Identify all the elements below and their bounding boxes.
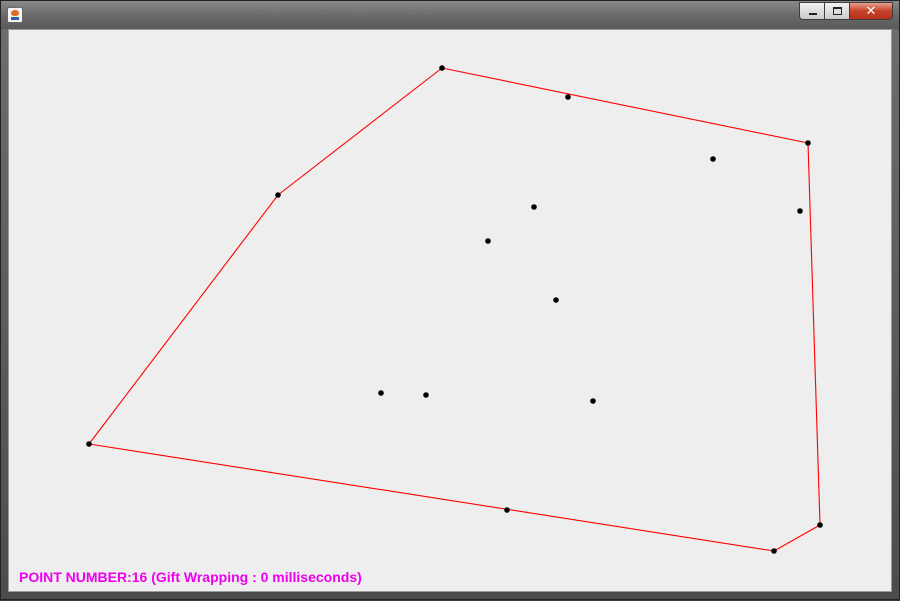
- app-window: Dosya Gör Bilgi Yardım ✕ POINT NUMBER:16…: [0, 0, 900, 600]
- hull-edge: [88, 443, 775, 552]
- point: [504, 507, 510, 513]
- hull-edge: [441, 67, 809, 144]
- hull-edge: [807, 142, 821, 526]
- hull-layer: [88, 67, 821, 552]
- hull-edge: [277, 67, 443, 196]
- point: [423, 392, 429, 398]
- point-layer: [86, 65, 823, 554]
- point: [817, 522, 823, 528]
- point: [439, 65, 445, 71]
- point: [590, 398, 596, 404]
- point: [797, 208, 803, 214]
- point: [485, 238, 491, 244]
- point: [771, 548, 777, 554]
- point: [805, 140, 811, 146]
- hull-edge: [88, 194, 279, 445]
- point: [710, 156, 716, 162]
- point: [86, 441, 92, 447]
- point: [565, 94, 571, 100]
- point: [275, 192, 281, 198]
- hull-edge: [773, 524, 821, 552]
- point: [531, 204, 537, 210]
- hull-canvas: [86, 65, 823, 554]
- point: [378, 390, 384, 396]
- point: [553, 297, 559, 303]
